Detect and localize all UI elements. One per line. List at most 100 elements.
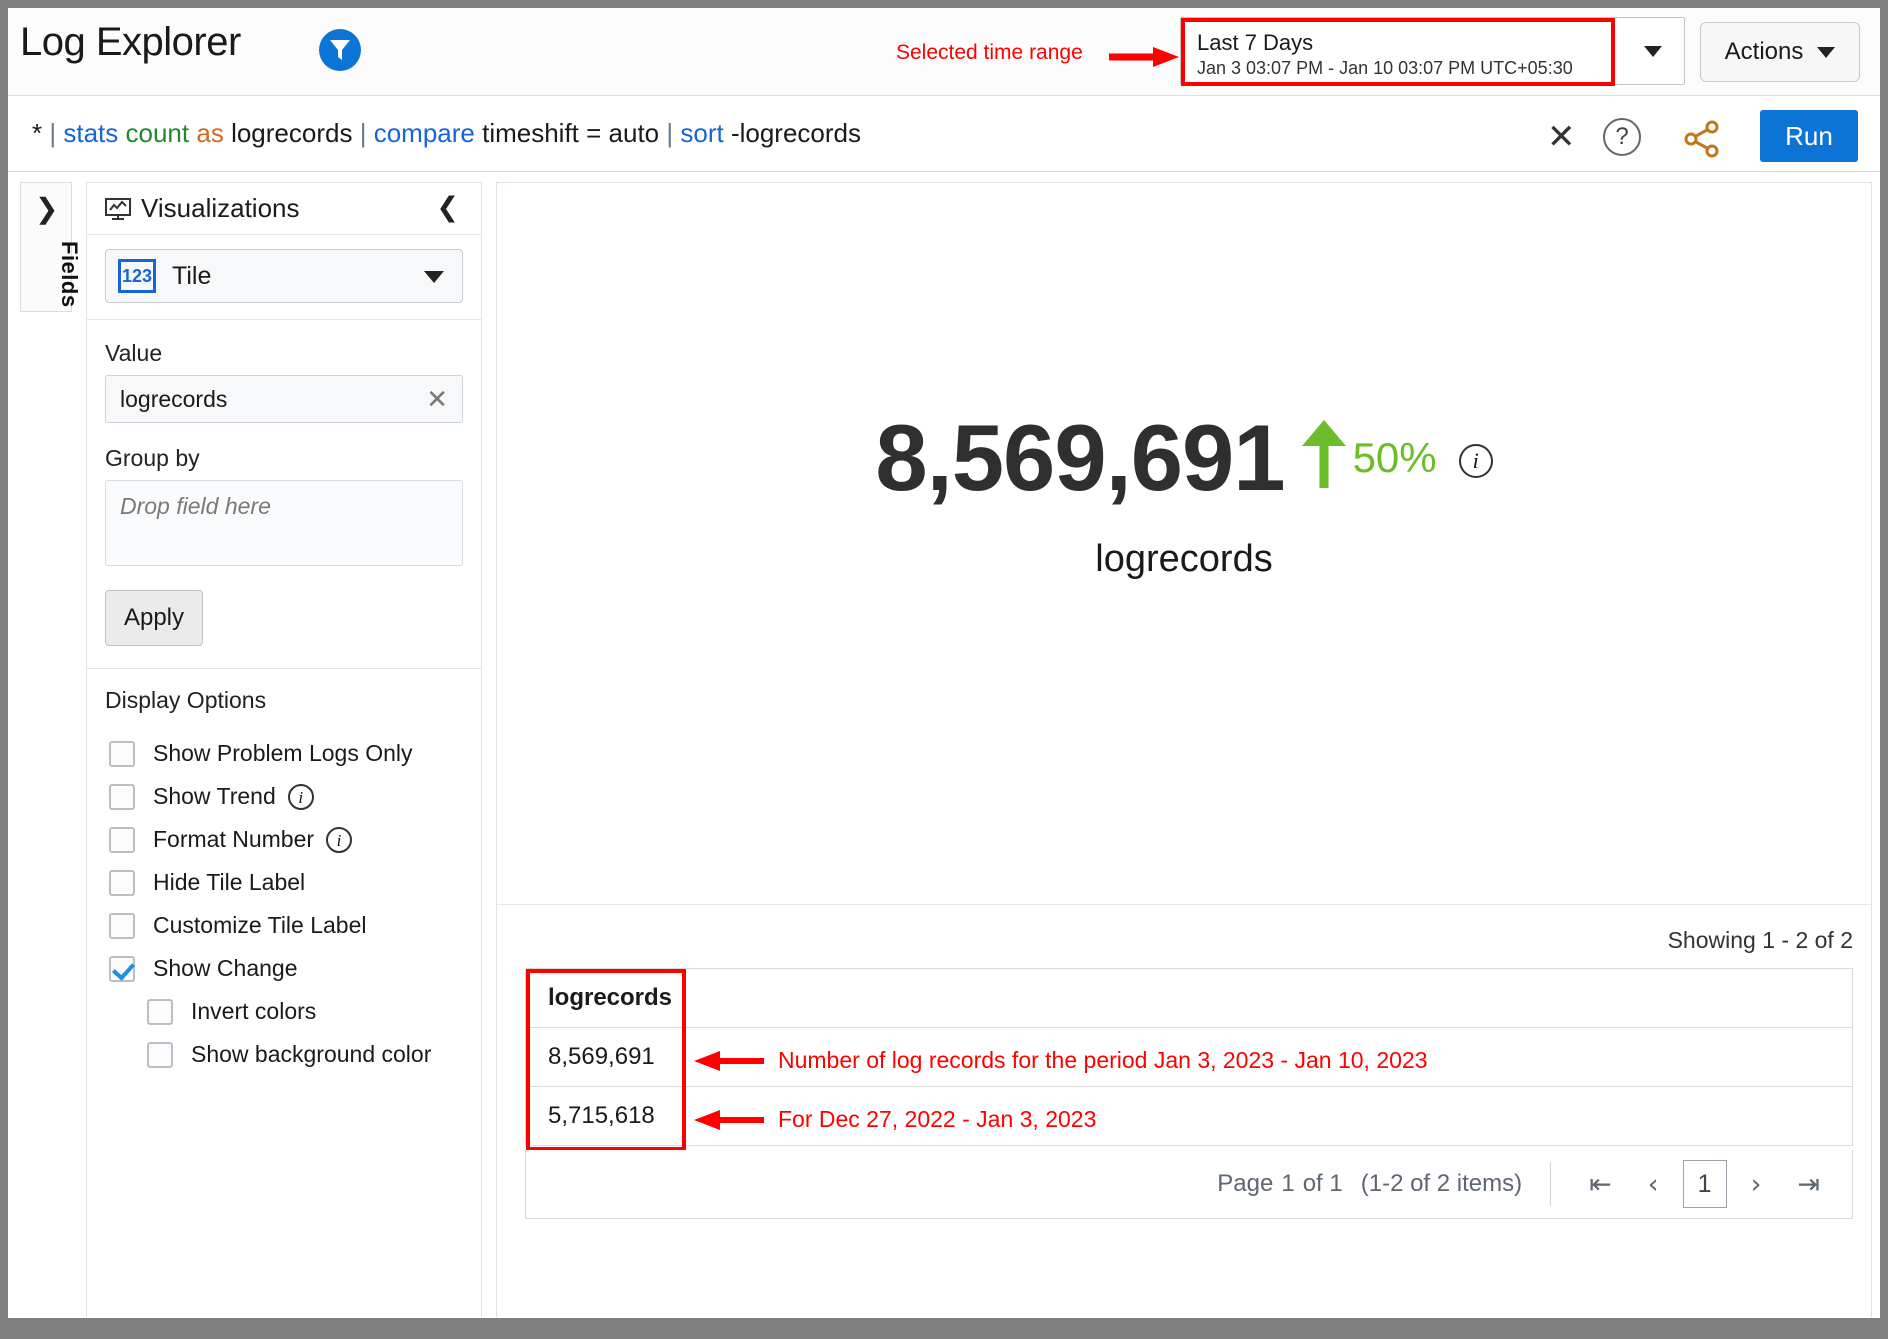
chevron-down-icon[interactable]	[1644, 46, 1662, 57]
option-label: Show background color	[191, 1041, 432, 1067]
annotation-row-2: For Dec 27, 2022 - Jan 3, 2023	[694, 1106, 1096, 1133]
run-button-label: Run	[1785, 120, 1833, 151]
time-range-picker[interactable]: Last 7 Days Jan 3 03:07 PM - Jan 10 03:0…	[1180, 17, 1685, 86]
chevron-down-icon	[424, 271, 444, 283]
chevron-left-icon[interactable]: ❮	[436, 192, 459, 223]
cell-logrecords: 8,569,691	[548, 1043, 655, 1070]
value-field-chip[interactable]: logrecords ✕	[105, 375, 463, 423]
query-token: as	[196, 118, 224, 148]
column-header-logrecords: logrecords	[548, 984, 673, 1011]
cell-logrecords: 5,715,618	[548, 1102, 655, 1129]
next-page-icon[interactable]: ›	[1751, 1169, 1762, 1200]
tile-value-row: 8,569,691 50% i	[497, 411, 1871, 505]
checkbox-icon[interactable]	[109, 826, 135, 853]
monitor-chart-icon	[105, 197, 131, 220]
query-token: logrecords	[231, 118, 353, 148]
results-table: logrecords 8,569,691 5,715,618 Number of…	[525, 968, 1853, 1151]
group-by-dropzone[interactable]: Drop field here	[105, 480, 463, 566]
query-token: compare	[373, 118, 475, 148]
results-table-area: Showing 1 - 2 of 2 logrecords 8,569,691 …	[497, 905, 1871, 1318]
option-label: Invert colors	[191, 998, 317, 1024]
time-range-detail: Jan 3 03:07 PM - Jan 10 03:07 PM UTC+05:…	[1197, 58, 1573, 78]
tile-visualization: 8,569,691 50% i logrecords	[497, 183, 1871, 905]
query-bar: * | stats count as logrecords | compare …	[8, 96, 1880, 172]
value-field-text: logrecords	[120, 385, 228, 412]
option-label: Format Number	[153, 826, 315, 852]
fields-panel-rail[interactable]: ❯ Fields	[20, 182, 82, 312]
query-token: |	[666, 118, 674, 148]
run-button[interactable]: Run	[1760, 110, 1858, 162]
option-format-number[interactable]: Format Number i	[105, 818, 463, 861]
app-header: Log Explorer Selected time range Last 7 …	[8, 8, 1880, 96]
query-token: timeshift = auto	[482, 118, 660, 148]
annotation-text: Number of log records for the period Jan…	[778, 1047, 1428, 1073]
app-window: Log Explorer Selected time range Last 7 …	[8, 8, 1880, 1318]
visualizations-title: Visualizations	[141, 193, 300, 223]
option-label: Show Change	[153, 955, 298, 981]
checkbox-icon[interactable]	[109, 869, 135, 896]
chevron-down-icon	[1817, 46, 1836, 58]
tile-value: 8,569,691	[875, 405, 1285, 510]
group-by-label: Group by	[105, 445, 200, 471]
pager-page-word: Page	[1217, 1170, 1274, 1197]
info-icon[interactable]: i	[287, 783, 314, 810]
visualizations-header: Visualizations ❮	[87, 183, 481, 235]
share-icon[interactable]	[1683, 120, 1721, 158]
checkbox-icon[interactable]	[109, 740, 135, 767]
body-area: ❯ Fields Visualizations ❮ 123 Tile Value…	[8, 172, 1880, 1317]
pager-current-page[interactable]: 1	[1682, 1160, 1727, 1208]
fields-panel-label: Fields	[57, 241, 82, 308]
option-show-problem-logs-only[interactable]: Show Problem Logs Only	[105, 732, 463, 775]
info-icon[interactable]: i	[326, 826, 353, 853]
visualization-type-select[interactable]: 123 Tile	[105, 249, 463, 303]
option-show-change[interactable]: Show Change	[105, 947, 463, 990]
pager-page-number: 1	[1281, 1170, 1295, 1197]
arrow-up-icon	[1301, 420, 1346, 488]
page-title: Log Explorer	[20, 20, 241, 64]
main-content-panel: 8,569,691 50% i logrecords Showing 1 - 2…	[496, 182, 1872, 1317]
tile-trend-percent: 50%	[1352, 434, 1437, 481]
annotation-row-1: Number of log records for the period Jan…	[694, 1047, 1428, 1074]
checkbox-icon[interactable]	[109, 912, 135, 939]
option-show-trend[interactable]: Show Trend i	[105, 775, 463, 818]
query-token: count	[125, 118, 190, 148]
info-icon[interactable]: i	[1458, 444, 1493, 478]
checkbox-icon[interactable]	[109, 783, 135, 810]
actions-button-label: Actions	[1724, 38, 1804, 65]
annotation-arrow-icon	[694, 1050, 764, 1071]
close-icon[interactable]: ✕	[1547, 120, 1576, 154]
time-range-label: Last 7 Days	[1197, 30, 1314, 55]
option-invert-colors[interactable]: Invert colors	[105, 990, 463, 1033]
value-field-label: Value	[105, 340, 163, 366]
pager-items-text: (1-2 of 2 items)	[1360, 1170, 1523, 1197]
checkbox-icon[interactable]	[147, 998, 173, 1025]
actions-button[interactable]: Actions	[1700, 22, 1860, 82]
prev-page-icon[interactable]: ‹	[1648, 1169, 1659, 1200]
table-header-row: logrecords	[526, 969, 1852, 1028]
visualization-fields: Value logrecords ✕ Group by Drop field h…	[87, 320, 481, 669]
query-token: |	[359, 118, 367, 148]
display-options-title: Display Options	[105, 687, 267, 713]
query-input[interactable]: * | stats count as logrecords | compare …	[32, 118, 861, 149]
annotation-text: For Dec 27, 2022 - Jan 3, 2023	[778, 1106, 1097, 1132]
option-show-background-color[interactable]: Show background color	[105, 1033, 463, 1076]
last-page-icon[interactable]: ⇥	[1797, 1169, 1820, 1200]
showing-count-text: Showing 1 - 2 of 2	[1667, 927, 1853, 953]
help-icon[interactable]: ?	[1603, 118, 1641, 156]
checkbox-icon[interactable]	[109, 955, 135, 982]
chevron-right-icon[interactable]: ❯	[35, 195, 58, 223]
checkbox-icon[interactable]	[147, 1041, 173, 1068]
time-range-value-box[interactable]: Last 7 Days Jan 3 03:07 PM - Jan 10 03:0…	[1181, 18, 1615, 86]
apply-button[interactable]: Apply	[105, 590, 203, 646]
query-token: |	[49, 118, 57, 148]
option-customize-tile-label[interactable]: Customize Tile Label	[105, 904, 463, 947]
query-token: sort	[680, 118, 724, 148]
visualization-type-label: Tile	[172, 261, 212, 290]
option-hide-tile-label[interactable]: Hide Tile Label	[105, 861, 463, 904]
remove-value-field-icon[interactable]: ✕	[426, 385, 448, 413]
option-label: Show Trend	[153, 783, 276, 809]
annotation-arrow-icon	[694, 1109, 764, 1130]
option-label: Hide Tile Label	[153, 869, 306, 895]
first-page-icon[interactable]: ⇤	[1589, 1169, 1612, 1200]
visualizations-panel: Visualizations ❮ 123 Tile Value logrecor…	[86, 182, 482, 1317]
